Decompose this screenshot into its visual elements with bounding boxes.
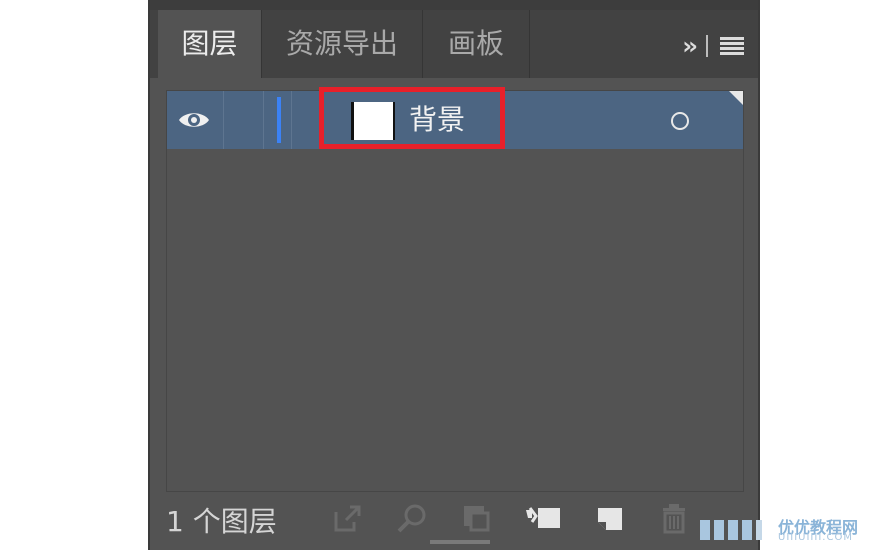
layer-row[interactable]: 背景 bbox=[167, 87, 743, 149]
eye-visibility-icon[interactable] bbox=[177, 108, 211, 132]
tab-layers[interactable]: 图层 bbox=[158, 10, 262, 78]
watermark: 优优教程网 UIIIUIIII.COM bbox=[698, 512, 868, 548]
tab-asset-export[interactable]: 资源导出 bbox=[262, 10, 423, 78]
column-divider bbox=[263, 91, 264, 149]
new-sublayer-icon[interactable] bbox=[524, 502, 560, 534]
locate-object-icon[interactable] bbox=[396, 502, 428, 534]
overflow-chevron-icon[interactable]: ›› bbox=[682, 32, 698, 60]
selection-corner-indicator bbox=[729, 91, 743, 105]
resize-gripper[interactable] bbox=[430, 540, 490, 544]
export-icon[interactable] bbox=[332, 502, 364, 534]
tab-artboards[interactable]: 画板 bbox=[423, 10, 530, 78]
red-highlight-box bbox=[319, 87, 505, 149]
layers-panel: 图层 资源导出 画板 ›› 背景 1 个图层 bbox=[148, 0, 760, 550]
target-circle-icon[interactable] bbox=[671, 112, 689, 130]
column-divider bbox=[223, 91, 224, 149]
panel-footer: 1 个图层 bbox=[150, 494, 758, 544]
watermark-subtext: UIIIUIIII.COM bbox=[778, 532, 853, 543]
column-divider bbox=[291, 91, 292, 149]
watermark-logo-icon bbox=[700, 520, 762, 540]
trash-icon[interactable] bbox=[658, 502, 690, 534]
panel-menu-area: ›› bbox=[682, 32, 744, 60]
panel-tab-bar: 图层 资源导出 画板 ›› bbox=[150, 10, 758, 78]
layers-list: 背景 bbox=[166, 87, 744, 492]
layer-color-indicator bbox=[277, 97, 281, 143]
hamburger-menu-icon[interactable] bbox=[720, 37, 744, 55]
new-layer-icon[interactable] bbox=[594, 502, 626, 534]
menu-separator bbox=[706, 35, 708, 57]
layer-count-label: 1 个图层 bbox=[166, 505, 277, 538]
panel-top-strip bbox=[150, 0, 758, 10]
clipping-mask-icon[interactable] bbox=[460, 502, 492, 534]
